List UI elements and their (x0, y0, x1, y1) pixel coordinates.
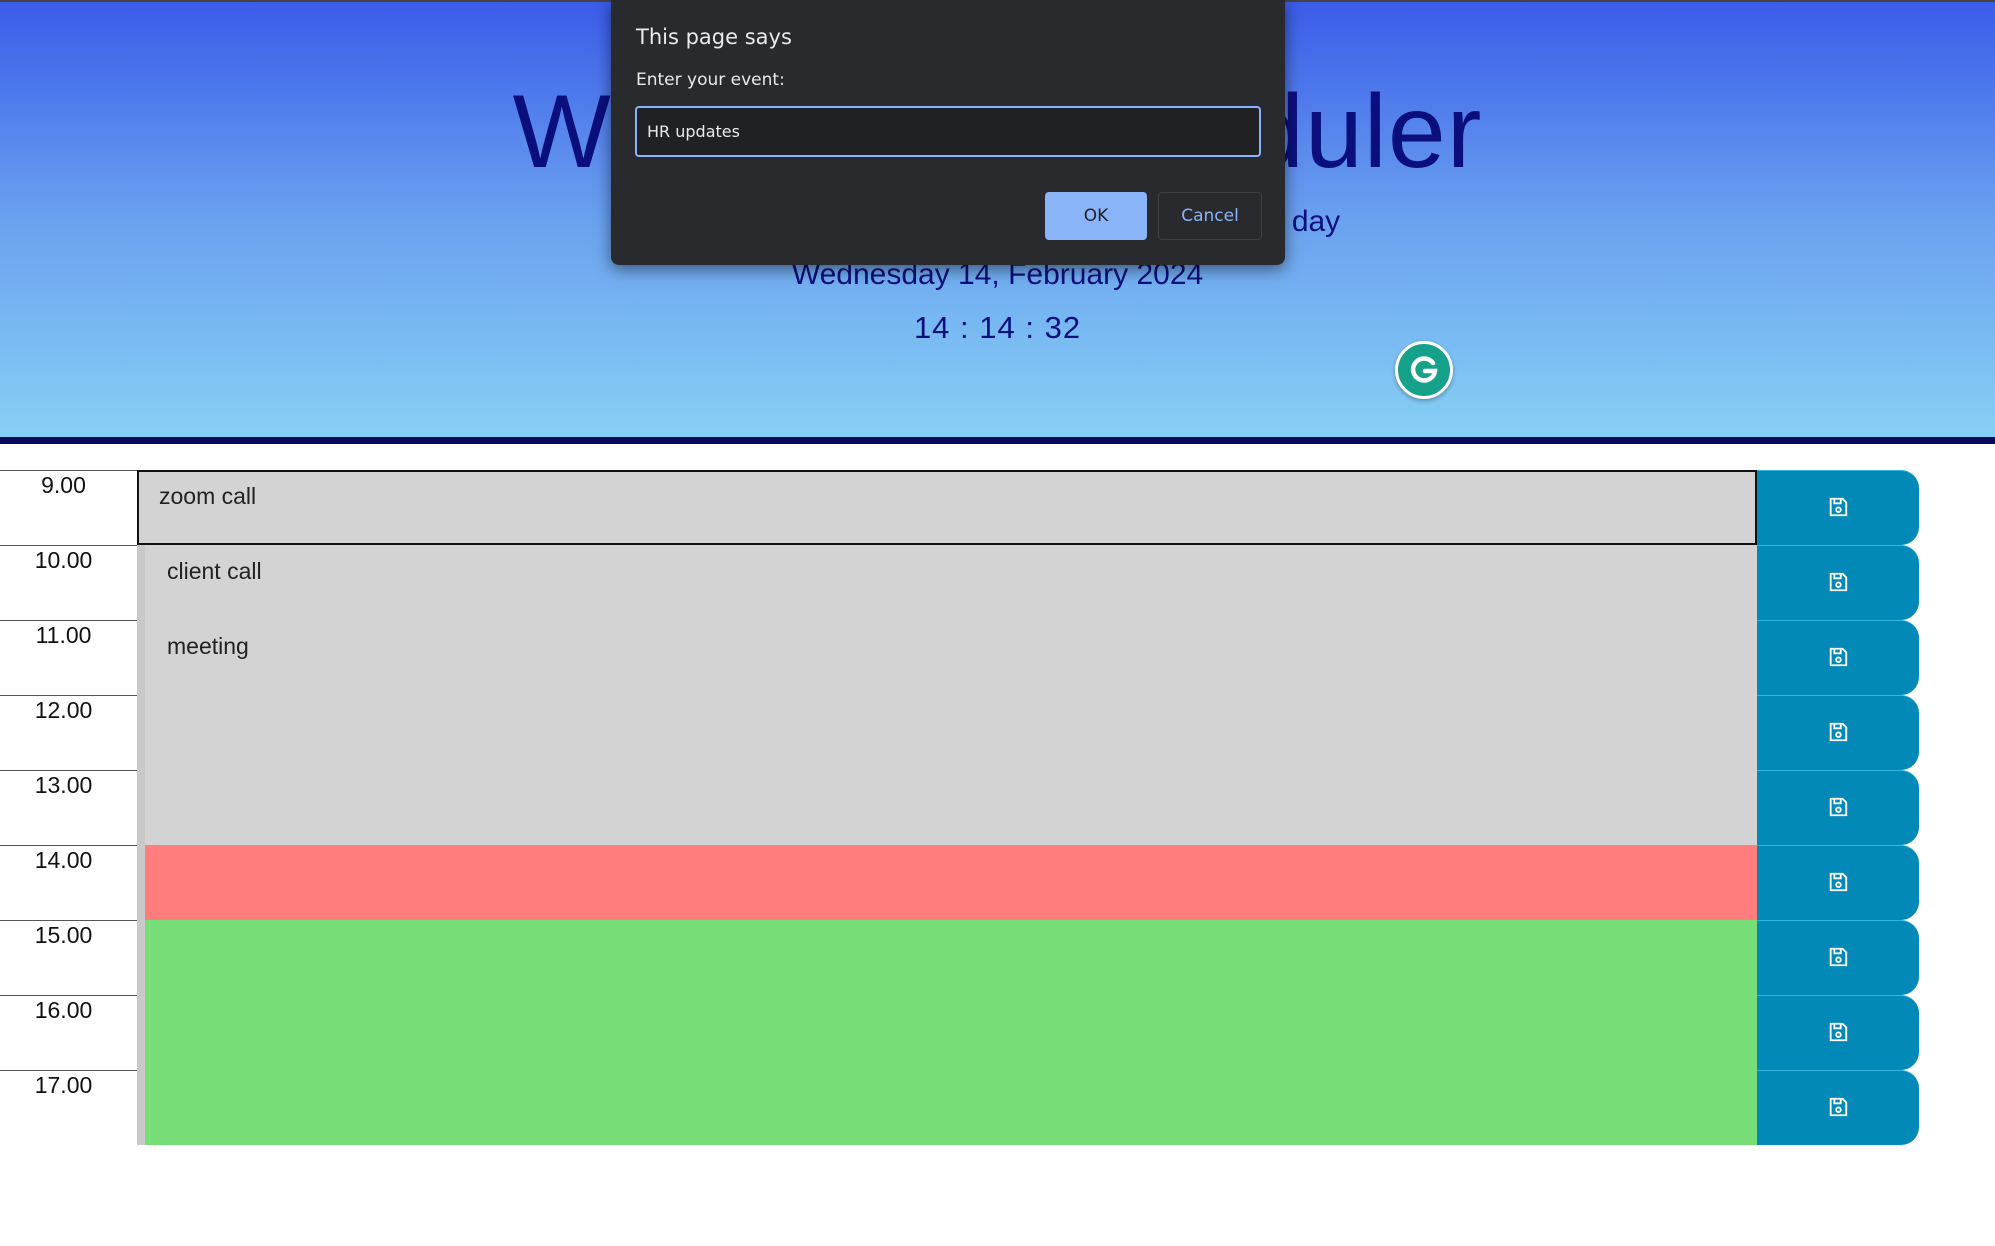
event-textarea[interactable] (137, 995, 1757, 1070)
time-block-row: 13.00 (0, 770, 1995, 845)
event-textarea[interactable]: meeting (137, 620, 1757, 695)
floppy-disk-icon (1827, 1021, 1849, 1046)
floppy-disk-icon (1827, 571, 1849, 596)
floppy-disk-icon (1827, 496, 1849, 521)
save-button[interactable] (1757, 920, 1919, 995)
hour-label: 17.00 (0, 1070, 137, 1145)
hour-label: 16.00 (0, 995, 137, 1070)
save-button[interactable] (1757, 545, 1919, 620)
event-textarea[interactable] (137, 920, 1757, 995)
event-textarea[interactable] (137, 1070, 1757, 1145)
time-block-row: 10.00 client call (0, 545, 1995, 620)
hour-label: 15.00 (0, 920, 137, 995)
ok-button[interactable]: OK (1045, 192, 1147, 240)
floppy-disk-icon (1827, 721, 1849, 746)
time-block-row: 16.00 (0, 995, 1995, 1070)
save-button[interactable] (1757, 845, 1919, 920)
event-textarea[interactable]: zoom call (137, 470, 1757, 545)
floppy-disk-icon (1827, 946, 1849, 971)
save-button[interactable] (1757, 1070, 1919, 1145)
cancel-button[interactable]: Cancel (1158, 192, 1262, 240)
dialog-message: Enter your event: (636, 70, 785, 90)
event-textarea[interactable] (137, 770, 1757, 845)
hour-label: 10.00 (0, 545, 137, 620)
floppy-disk-icon (1827, 646, 1849, 671)
save-button[interactable] (1757, 770, 1919, 845)
time-block-row: 14.00 (0, 845, 1995, 920)
event-textarea[interactable]: client call (137, 545, 1757, 620)
save-button[interactable] (1757, 470, 1919, 545)
event-textarea[interactable] (137, 695, 1757, 770)
hour-label: 13.00 (0, 770, 137, 845)
save-button[interactable] (1757, 620, 1919, 695)
dialog-title: This page says (636, 25, 792, 49)
hour-label: 9.00 (0, 470, 137, 545)
current-time: 14 : 14 : 32 (913, 310, 1082, 345)
time-block-row: 11.00 meeting (0, 620, 1995, 695)
time-block-row: 17.00 (0, 1070, 1995, 1145)
hour-label: 14.00 (0, 845, 137, 920)
hour-label: 11.00 (0, 620, 137, 695)
prompt-dialog: This page says Enter your event: OK Canc… (611, 0, 1285, 265)
save-button[interactable] (1757, 695, 1919, 770)
floppy-disk-icon (1827, 796, 1849, 821)
floppy-disk-icon (1827, 871, 1849, 896)
floppy-disk-icon (1827, 1096, 1849, 1121)
hour-label: 12.00 (0, 695, 137, 770)
event-input[interactable] (635, 106, 1261, 157)
grammarly-icon[interactable] (1395, 341, 1453, 399)
time-block-row: 12.00 (0, 695, 1995, 770)
scheduler-grid: 9.00 zoom call 10.00 client call 11.00 meetin… (0, 470, 1995, 1145)
time-block-row: 15.00 (0, 920, 1995, 995)
event-textarea[interactable] (137, 845, 1757, 920)
save-button[interactable] (1757, 995, 1919, 1070)
time-block-row: 9.00 zoom call (0, 470, 1995, 545)
